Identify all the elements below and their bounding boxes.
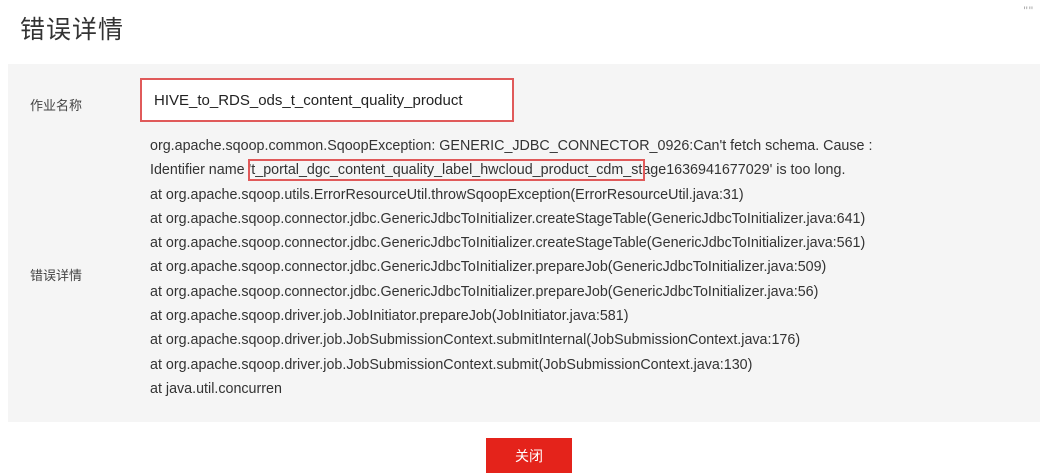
error-detail-dialog: 错误详情 "" 作业名称 HIVE_to_RDS_ods_t_content_q… [0,0,1048,473]
error-line: at org.apache.sqoop.connector.jdbc.Gener… [150,259,827,276]
error-stack-trace: org.apache.sqoop.common.SqoopException: … [150,134,1030,401]
error-line: at java.util.concurren [150,380,282,397]
identifier-prefix: Identifier name ' [150,162,252,179]
job-name-label: 作业名称 [30,98,83,113]
error-line: at org.apache.sqoop.driver.job.JobSubmis… [150,332,801,349]
error-line: at org.apache.sqoop.connector.jdbc.Gener… [150,235,866,252]
error-detail-label: 错误详情 [30,268,83,283]
job-name-value: HIVE_to_RDS_ods_t_content_quality_produc… [154,92,463,109]
identifier-highlight: t_portal_dgc_content_quality_label_hwclo… [248,159,646,182]
error-line: at org.apache.sqoop.utils.ErrorResourceU… [150,186,744,203]
identifier-suffix: age1636941677029' is too long. [642,162,846,179]
detail-panel: 作业名称 HIVE_to_RDS_ods_t_content_quality_p… [8,64,1040,422]
error-line: at org.apache.sqoop.connector.jdbc.Gener… [150,210,866,227]
error-line: at org.apache.sqoop.connector.jdbc.Gener… [150,283,819,300]
close-button[interactable]: 关闭 [486,438,572,473]
error-line: org.apache.sqoop.common.SqoopException: … [150,138,873,154]
close-icon[interactable]: "" [1023,4,1034,18]
identifier-line: Identifier name 't_portal_dgc_content_qu… [150,158,1030,182]
error-line: at org.apache.sqoop.driver.job.JobInitia… [150,308,629,325]
dialog-title: 错误详情 [20,16,125,44]
job-name-highlight-box: HIVE_to_RDS_ods_t_content_quality_produc… [140,78,514,122]
error-line: at org.apache.sqoop.driver.job.JobSubmis… [150,356,753,373]
